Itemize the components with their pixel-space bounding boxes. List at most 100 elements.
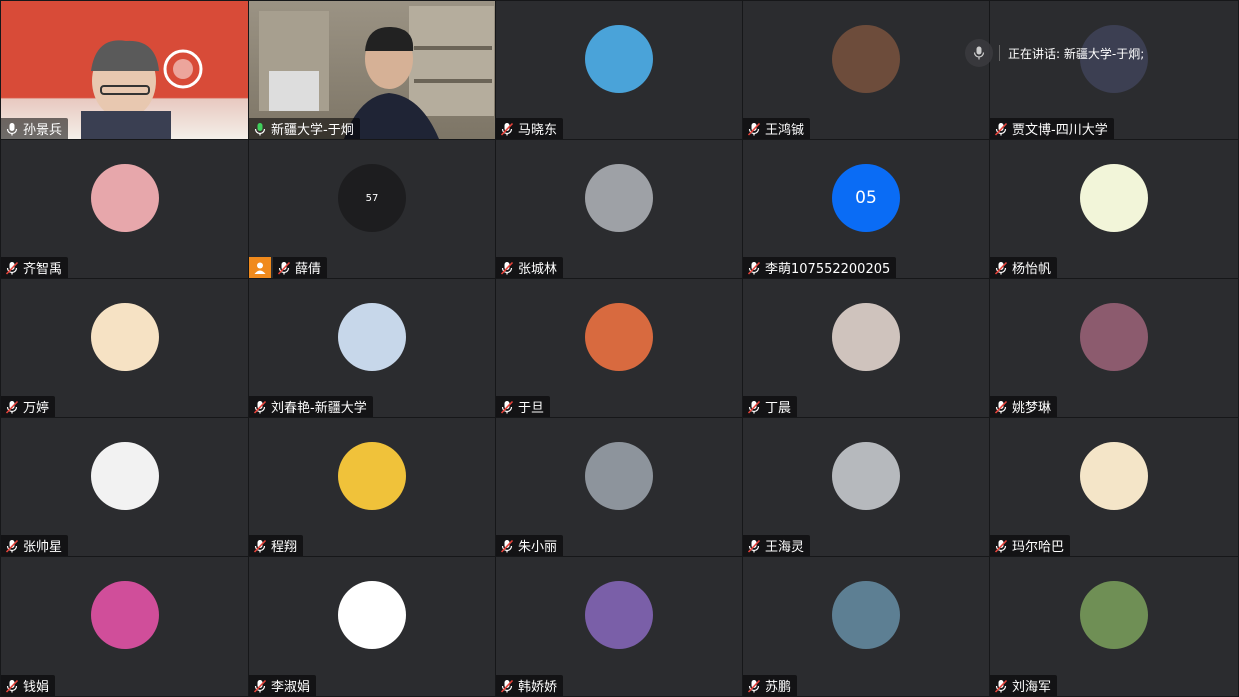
participant-tile[interactable]: 李淑娟 — [249, 557, 495, 696]
participant-tile[interactable]: 姚梦琳 — [990, 279, 1238, 417]
divider — [999, 45, 1000, 61]
participant-name: 王鸿铖 — [765, 123, 805, 138]
participant-tile[interactable]: 新疆大学-于炯 — [249, 1, 495, 139]
avatar — [585, 303, 653, 371]
participant-tile[interactable]: 玛尔哈巴 — [990, 418, 1238, 556]
avatar — [1080, 303, 1148, 371]
avatar — [338, 303, 406, 371]
participant-name: 刘春艳-新疆大学 — [271, 401, 367, 416]
participant-name: 朱小丽 — [518, 540, 558, 555]
speaking-label: 正在讲话: 新疆大学-于炯; — [1008, 46, 1145, 61]
participant-name: 玛尔哈巴 — [1012, 540, 1065, 555]
microphone-muted-icon — [994, 400, 1008, 414]
avatar — [832, 303, 900, 371]
avatar — [832, 581, 900, 649]
avatar — [90, 581, 159, 649]
microphone-muted-icon — [253, 679, 267, 693]
avatar — [585, 25, 653, 93]
avatar — [90, 164, 159, 232]
participant-tile[interactable]: 贾文博-四川大学 — [990, 1, 1238, 139]
participant-tile[interactable]: 钱娟 — [1, 557, 248, 696]
avatar-text: 05 — [855, 188, 877, 208]
avatar — [585, 442, 653, 510]
microphone-muted-icon — [500, 679, 514, 693]
participant-tile[interactable]: 王海灵 — [743, 418, 989, 556]
participant-tile[interactable]: 丁晨 — [743, 279, 989, 417]
avatar — [1080, 442, 1148, 510]
avatar — [1080, 164, 1148, 232]
microphone-icon — [965, 39, 993, 67]
participant-name: 薛倩 — [295, 262, 322, 277]
participant-tile[interactable]: 05 李萌107552200205 — [743, 140, 989, 278]
microphone-icon — [5, 122, 19, 136]
participant-nameplate: 刘春艳-新疆大学 — [249, 396, 373, 417]
microphone-muted-icon — [747, 122, 761, 136]
participant-nameplate: 李淑娟 — [249, 675, 317, 696]
microphone-muted-icon — [747, 539, 761, 553]
microphone-muted-icon — [500, 122, 514, 136]
participant-tile[interactable]: 张帅星 — [1, 418, 248, 556]
participant-nameplate: 姚梦琳 — [990, 396, 1058, 417]
microphone-muted-icon — [747, 679, 761, 693]
participant-nameplate: 贾文博-四川大学 — [990, 118, 1114, 139]
participant-nameplate: 杨怡帆 — [990, 257, 1058, 278]
participant-name: 新疆大学-于炯 — [271, 123, 354, 138]
participant-tile[interactable]: 刘海军 — [990, 557, 1238, 696]
participant-tile[interactable]: 韩娇娇 — [496, 557, 742, 696]
participant-name: 张帅星 — [23, 540, 63, 555]
host-person-icon — [249, 257, 271, 278]
participant-name: 韩娇娇 — [518, 680, 558, 695]
participant-name: 于旦 — [518, 401, 545, 416]
microphone-muted-icon — [747, 261, 761, 275]
participant-tile[interactable]: 张城林 — [496, 140, 742, 278]
participant-name: 李萌107552200205 — [765, 262, 891, 277]
participant-tile[interactable]: 万婷 — [1, 279, 248, 417]
participant-tile[interactable]: 朱小丽 — [496, 418, 742, 556]
speaking-indicator: 正在讲话: 新疆大学-于炯; — [965, 38, 1195, 68]
participant-tile[interactable]: 刘春艳-新疆大学 — [249, 279, 495, 417]
microphone-muted-icon — [994, 539, 1008, 553]
participant-tile[interactable]: 齐智禹 — [1, 140, 248, 278]
participant-name: 姚梦琳 — [1012, 401, 1052, 416]
participant-nameplate: 张帅星 — [1, 535, 69, 556]
avatar: 05 — [832, 164, 900, 232]
participant-tile[interactable]: 杨怡帆 — [990, 140, 1238, 278]
microphone-muted-icon — [5, 679, 19, 693]
participant-name: 李淑娟 — [271, 680, 311, 695]
microphone-muted-icon — [253, 400, 267, 414]
participant-nameplate: 李萌107552200205 — [743, 257, 897, 278]
microphone-muted-icon — [5, 261, 19, 275]
participant-name: 杨怡帆 — [1012, 262, 1052, 277]
video-grid: 孙景兵 新疆大学-于炯 马晓东 王鸿铖 贾文博-四川大学齐智禹 57 薛倩 张城林 05 李萌10… — [0, 0, 1239, 697]
participant-nameplate: 韩娇娇 — [496, 675, 564, 696]
participant-tile[interactable]: 孙景兵 — [1, 1, 248, 139]
participant-tile[interactable]: 马晓东 — [496, 1, 742, 139]
participant-name: 丁晨 — [765, 401, 792, 416]
microphone-muted-icon — [500, 539, 514, 553]
microphone-muted-icon — [5, 539, 19, 553]
participant-nameplate: 刘海军 — [990, 675, 1058, 696]
participant-nameplate: 钱娟 — [1, 675, 56, 696]
microphone-muted-icon — [994, 261, 1008, 275]
participant-tile[interactable]: 苏鹏 — [743, 557, 989, 696]
participant-name: 马晓东 — [518, 123, 558, 138]
avatar-text: 57 — [365, 192, 379, 204]
participant-tile[interactable]: 程翔 — [249, 418, 495, 556]
participant-name: 程翔 — [271, 540, 298, 555]
participant-nameplate: 玛尔哈巴 — [990, 535, 1071, 556]
participant-tile[interactable]: 57 薛倩 — [249, 140, 495, 278]
participant-nameplate: 王鸿铖 — [743, 118, 811, 139]
avatar — [90, 442, 159, 510]
participant-nameplate: 朱小丽 — [496, 535, 564, 556]
participant-nameplate: 丁晨 — [743, 396, 798, 417]
participant-tile[interactable]: 王鸿铖 — [743, 1, 989, 139]
participant-name: 王海灵 — [765, 540, 805, 555]
participant-name: 刘海军 — [1012, 680, 1052, 695]
participant-name: 钱娟 — [23, 680, 50, 695]
avatar — [1080, 581, 1148, 649]
microphone-muted-icon — [500, 261, 514, 275]
participant-name: 孙景兵 — [23, 123, 63, 138]
participant-tile[interactable]: 于旦 — [496, 279, 742, 417]
participant-nameplate: 苏鹏 — [743, 675, 798, 696]
microphone-muted-icon — [277, 261, 291, 275]
